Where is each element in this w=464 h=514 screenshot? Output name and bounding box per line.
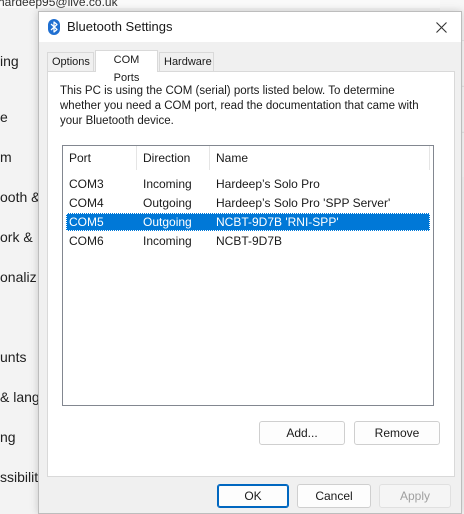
name-cell: NCBT-9D7B 'RNI-SPP' bbox=[216, 215, 339, 229]
table-row[interactable]: COM6 Incoming NCBT-9D7B bbox=[66, 232, 430, 250]
com-ports-list[interactable]: Port Direction Name COM3 Incoming Hardee… bbox=[62, 145, 434, 406]
cancel-button[interactable]: Cancel bbox=[297, 484, 371, 508]
add-button[interactable]: Add... bbox=[259, 421, 345, 445]
name-cell: Hardeep’s Solo Pro 'SPP Server' bbox=[216, 196, 391, 210]
port-cell: COM6 bbox=[69, 234, 104, 248]
column-header-direction[interactable]: Direction bbox=[137, 146, 210, 170]
settings-nav-item-bluetooth[interactable]: ooth & bbox=[0, 189, 40, 205]
direction-cell: Incoming bbox=[143, 177, 192, 191]
list-header: Port Direction Name bbox=[63, 146, 433, 170]
settings-nav-item-accessibility[interactable]: ssibilit bbox=[0, 469, 38, 485]
settings-nav-item-network[interactable]: ork & bbox=[0, 229, 33, 245]
settings-nav-item-personalization[interactable]: onaliz bbox=[0, 269, 37, 285]
tab-com-ports[interactable]: COM Ports bbox=[95, 50, 158, 84]
direction-cell: Outgoing bbox=[143, 196, 192, 210]
settings-nav-item-0[interactable]: ing bbox=[0, 53, 19, 69]
tab-strip: Options COM Ports Hardware bbox=[47, 50, 455, 84]
close-button[interactable] bbox=[427, 15, 455, 39]
direction-cell: Incoming bbox=[143, 234, 192, 248]
settings-nav-item-1[interactable]: e bbox=[0, 109, 8, 125]
settings-nav-item-accounts[interactable]: unts bbox=[0, 349, 26, 365]
tab-options[interactable]: Options bbox=[47, 52, 94, 71]
table-row-selected[interactable]: COM5 Outgoing NCBT-9D7B 'RNI-SPP' bbox=[66, 213, 430, 231]
account-email: hardeep95@live.co.uk bbox=[0, 0, 118, 9]
settings-nav-item-language[interactable]: & lang bbox=[0, 389, 40, 405]
name-cell: Hardeep’s Solo Pro bbox=[216, 177, 320, 191]
settings-nav-item-2[interactable]: m bbox=[0, 149, 12, 165]
name-cell: NCBT-9D7B bbox=[216, 234, 283, 248]
port-cell: COM5 bbox=[69, 215, 104, 229]
bluetooth-icon bbox=[48, 19, 60, 35]
direction-cell: Outgoing bbox=[143, 215, 192, 229]
description-text: This PC is using the COM (serial) ports … bbox=[60, 85, 419, 127]
port-cell: COM4 bbox=[69, 196, 104, 210]
remove-button[interactable]: Remove bbox=[354, 421, 440, 445]
table-row[interactable]: COM3 Incoming Hardeep’s Solo Pro bbox=[66, 175, 430, 193]
column-header-port[interactable]: Port bbox=[63, 146, 137, 170]
bluetooth-settings-dialog: Bluetooth Settings Options COM Ports Har… bbox=[38, 11, 462, 514]
table-row[interactable]: COM4 Outgoing Hardeep’s Solo Pro 'SPP Se… bbox=[66, 194, 430, 212]
close-icon bbox=[435, 21, 447, 33]
dialog-title: Bluetooth Settings bbox=[67, 19, 173, 34]
ok-button[interactable]: OK bbox=[217, 484, 289, 508]
port-cell: COM3 bbox=[69, 177, 104, 191]
settings-nav-item-gaming[interactable]: ng bbox=[0, 429, 16, 445]
column-header-name[interactable]: Name bbox=[210, 146, 430, 170]
com-ports-panel: This PC is using the COM (serial) ports … bbox=[47, 71, 455, 477]
apply-button[interactable]: Apply bbox=[379, 484, 451, 508]
tab-hardware[interactable]: Hardware bbox=[159, 52, 214, 71]
title-bar: Bluetooth Settings bbox=[39, 12, 461, 42]
